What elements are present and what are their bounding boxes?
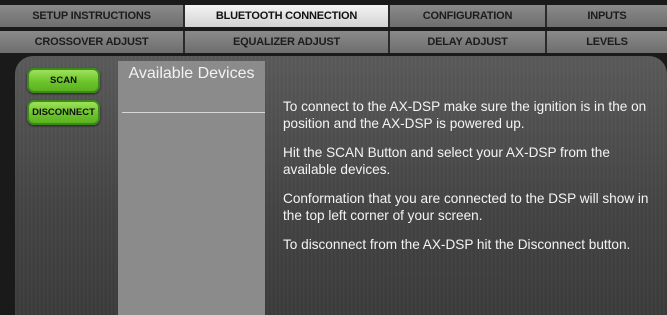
- tab-setup-instructions[interactable]: SETUP INSTRUCTIONS: [0, 5, 185, 27]
- devices-divider: [122, 112, 265, 113]
- instruction-paragraph: Conformation that you are connected to t…: [283, 191, 649, 223]
- tab-bluetooth-connection[interactable]: BLUETOOTH CONNECTION: [185, 5, 390, 27]
- tab-row-primary: SETUP INSTRUCTIONS BLUETOOTH CONNECTION …: [0, 5, 667, 27]
- tab-configuration[interactable]: CONFIGURATION: [390, 5, 547, 27]
- tab-equalizer-adjust[interactable]: EQUALIZER ADJUST: [185, 31, 390, 53]
- tab-levels[interactable]: LEVELS: [547, 31, 667, 53]
- instruction-paragraph: Hit the SCAN Button and select your AX-D…: [283, 145, 610, 177]
- connection-instructions: To connect to the AX-DSP make sure the i…: [283, 98, 653, 265]
- available-devices-list[interactable]: Available Devices: [118, 61, 265, 315]
- tab-inputs[interactable]: INPUTS: [547, 5, 667, 27]
- tab-delay-adjust[interactable]: DELAY ADJUST: [390, 31, 547, 53]
- bluetooth-panel: SCAN DISCONNECT Available Devices To con…: [15, 56, 667, 315]
- instruction-paragraph: To disconnect from the AX-DSP hit the Di…: [283, 237, 631, 252]
- available-devices-title: Available Devices: [128, 65, 255, 82]
- instruction-paragraph: To connect to the AX-DSP make sure the i…: [283, 99, 647, 131]
- tab-crossover-adjust[interactable]: CROSSOVER ADJUST: [0, 31, 185, 53]
- disconnect-button[interactable]: DISCONNECT: [27, 100, 100, 125]
- tab-row-secondary: CROSSOVER ADJUST EQUALIZER ADJUST DELAY …: [0, 31, 667, 53]
- scan-button[interactable]: SCAN: [27, 68, 100, 93]
